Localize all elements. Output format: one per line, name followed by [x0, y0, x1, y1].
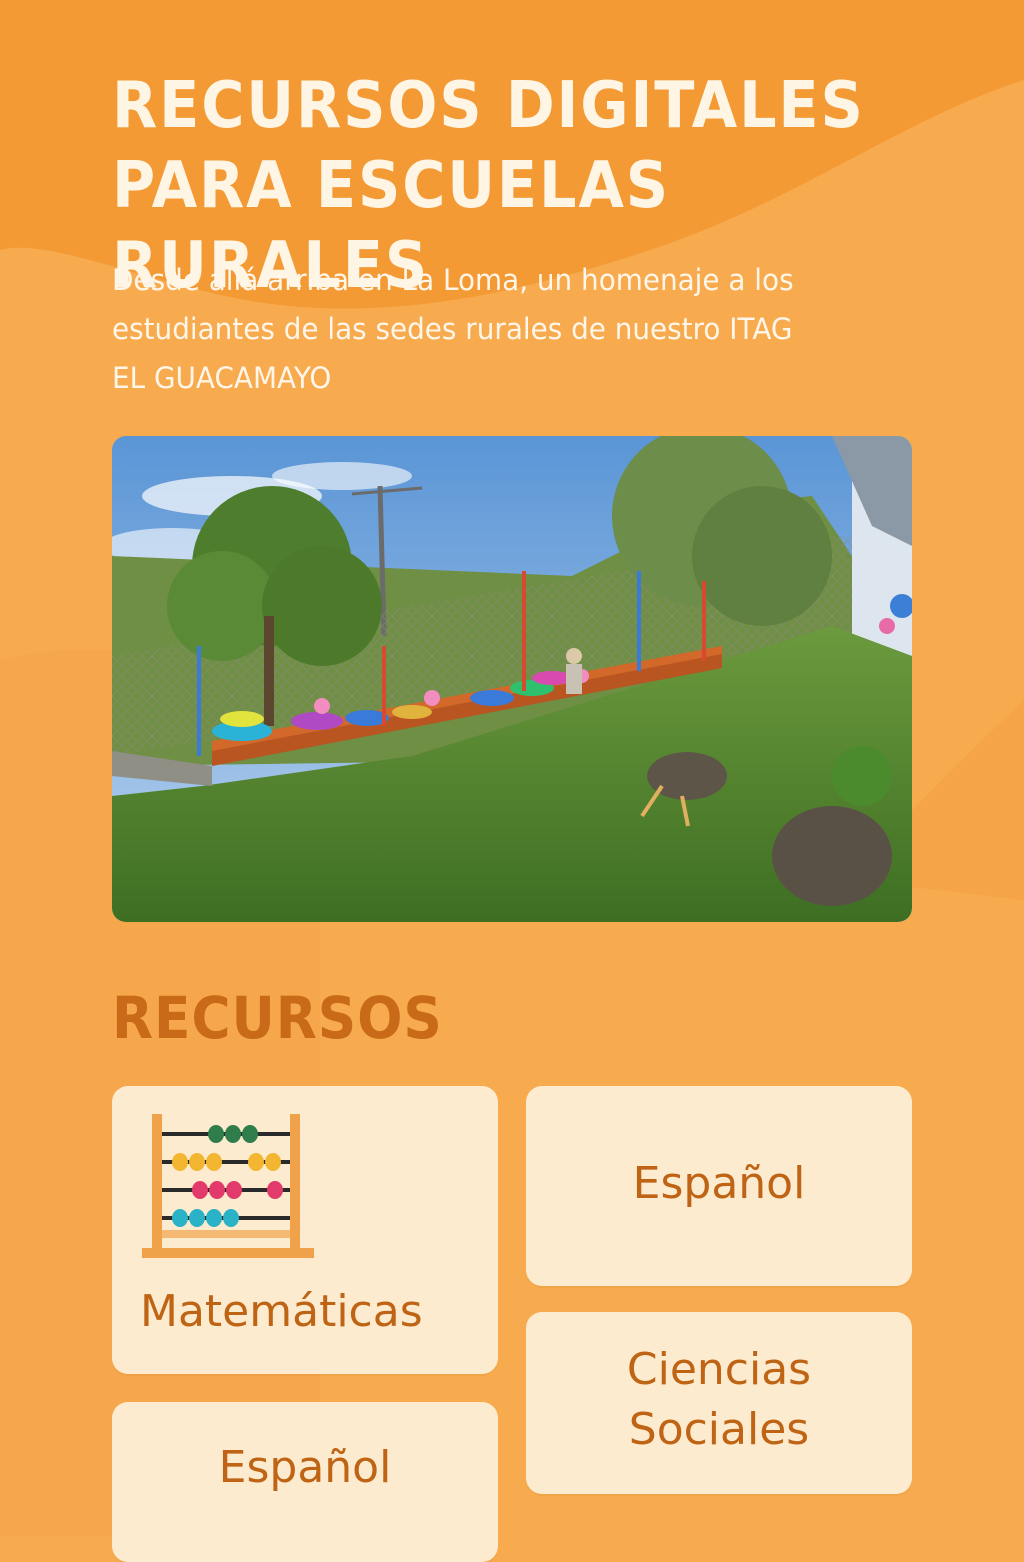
subtitle-line-3: EL GUACAMAYO: [112, 361, 332, 395]
card-matematicas[interactable]: Matemáticas: [112, 1086, 498, 1374]
abacus-icon: [142, 1114, 314, 1258]
school-garden-photo: [112, 436, 912, 922]
card-label-line-2: Sociales: [628, 1404, 810, 1455]
card-label: Español: [218, 1442, 392, 1493]
card-espanol[interactable]: Español: [526, 1086, 912, 1286]
subtitle-line-2: estudiantes de las sedes rurales de nues…: [112, 312, 793, 346]
card-label: Matemáticas: [140, 1286, 423, 1337]
card-ciencias-sociales[interactable]: Ciencias Sociales: [526, 1312, 912, 1494]
resources-heading: RECURSOS: [112, 984, 443, 1052]
card-label-line-1: Ciencias: [626, 1344, 812, 1395]
card-label: Español: [632, 1158, 806, 1209]
title-line-1: RECURSOS DIGITALES: [112, 69, 865, 143]
hero-photo: [112, 436, 912, 922]
card-label: Ciencias Sociales: [526, 1340, 912, 1460]
page-subtitle: Desde allá arriba en La Loma, un homenaj…: [112, 256, 870, 403]
subtitle-line-1: Desde allá arriba en La Loma, un homenaj…: [112, 263, 794, 297]
card-espanol-2[interactable]: Español: [112, 1402, 498, 1562]
